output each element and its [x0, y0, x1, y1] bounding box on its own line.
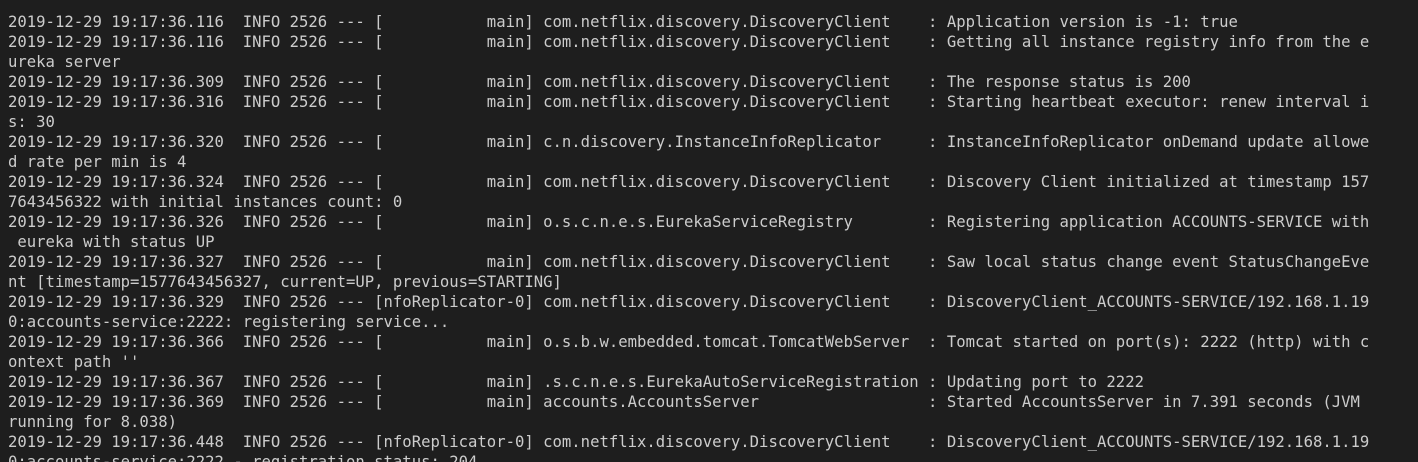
- log-line: 2019-12-29 19:17:36.329 INFO 2526 --- [n…: [8, 293, 1370, 311]
- log-line: 2019-12-29 19:17:36.448 INFO 2526 --- [n…: [8, 433, 1370, 451]
- log-line: 2019-12-29 19:17:36.327 INFO 2526 --- [ …: [8, 253, 1370, 271]
- log-line: ontext path '': [8, 353, 140, 371]
- log-line: eureka with status UP: [8, 233, 215, 251]
- log-line: 2019-12-29 19:17:36.326 INFO 2526 --- [ …: [8, 213, 1370, 231]
- log-line: 2019-12-29 19:17:36.320 INFO 2526 --- [ …: [8, 133, 1370, 151]
- log-line: 0:accounts-service:2222: registering ser…: [8, 313, 450, 331]
- log-output: 2019-12-29 19:17:36.116 INFO 2526 --- [ …: [8, 0, 1418, 462]
- log-line: 0:accounts-service:2222 - registration s…: [8, 453, 478, 462]
- log-line: 2019-12-29 19:17:36.324 INFO 2526 --- [ …: [8, 173, 1370, 191]
- log-line: 2019-12-29 19:17:36.369 INFO 2526 --- [ …: [8, 393, 1360, 411]
- log-line: d rate per min is 4: [8, 153, 187, 171]
- log-line: running for 8.038): [8, 413, 177, 431]
- log-line: 2019-12-29 19:17:36.366 INFO 2526 --- [ …: [8, 333, 1370, 351]
- log-line: ureka server: [8, 53, 121, 71]
- log-line: 2019-12-29 19:17:36.116 INFO 2526 --- [ …: [8, 13, 1238, 31]
- log-line: 2019-12-29 19:17:36.116 INFO 2526 --- [ …: [8, 33, 1370, 51]
- terminal-output-panel[interactable]: 2019-12-29 19:17:36.116 INFO 2526 --- [ …: [0, 0, 1418, 462]
- log-line: s: 30: [8, 113, 55, 131]
- log-line: nt [timestamp=1577643456327, current=UP,…: [8, 273, 562, 291]
- log-line: 2019-12-29 19:17:36.367 INFO 2526 --- [ …: [8, 373, 1144, 391]
- log-line: 2019-12-29 19:17:36.309 INFO 2526 --- [ …: [8, 73, 1191, 91]
- log-line: 2019-12-29 19:17:36.316 INFO 2526 --- [ …: [8, 93, 1370, 111]
- log-line: 7643456322 with initial instances count:…: [8, 193, 403, 211]
